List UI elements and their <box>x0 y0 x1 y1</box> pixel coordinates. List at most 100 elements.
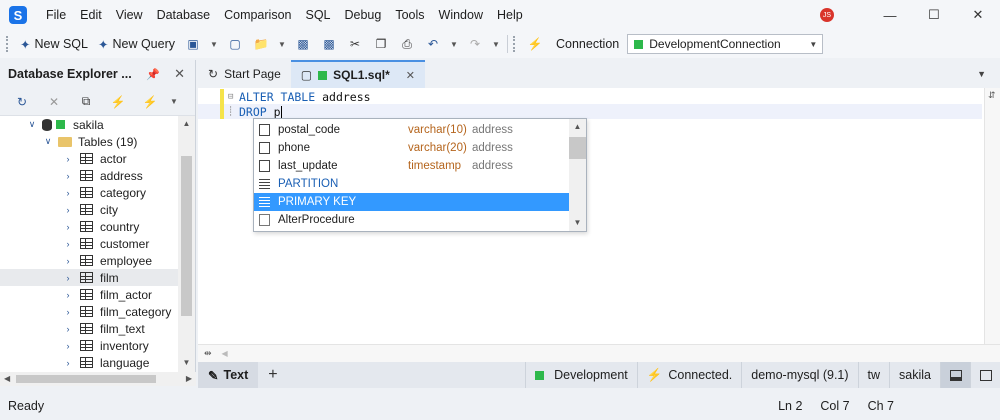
disconnect-icon[interactable]: ⚡ <box>134 91 166 113</box>
explorer-dropdown-icon[interactable]: ▼ <box>166 91 182 113</box>
scroll-thumb[interactable] <box>569 137 586 159</box>
tree-table-row[interactable]: › employee <box>0 252 195 269</box>
tree-table-row[interactable]: › actor <box>0 150 195 167</box>
undo-dropdown-icon[interactable]: ▼ <box>446 33 462 55</box>
tree-tables-folder[interactable]: ∨ Tables (19) <box>0 133 195 150</box>
toolbar-grip-2[interactable] <box>513 36 516 52</box>
autocomplete-item[interactable]: AlterProcedure <box>254 211 570 229</box>
redo-dropdown-icon[interactable]: ▼ <box>488 33 504 55</box>
menu-debug[interactable]: Debug <box>338 0 389 30</box>
code-line-2[interactable]: ┊ DROP p <box>198 104 982 119</box>
collapse-all-icon[interactable]: ⧉ <box>70 91 102 113</box>
tab-start-page[interactable]: ↻ Start Page <box>198 60 291 88</box>
chevron-right-icon[interactable]: › <box>62 154 74 164</box>
tree-table-row-selected[interactable]: › film <box>0 269 195 286</box>
server-info[interactable]: demo-mysql (9.1) <box>741 362 857 388</box>
refresh-icon[interactable]: ↻ <box>6 91 38 113</box>
fold-icon[interactable]: ⊟ <box>228 92 237 102</box>
chevron-right-icon[interactable]: › <box>62 324 74 334</box>
chevron-right-icon[interactable]: › <box>62 222 74 232</box>
tab-sql1[interactable]: ▢ SQL1.sql* ✕ <box>290 60 426 88</box>
scroll-thumb[interactable] <box>181 156 192 316</box>
paste-icon[interactable]: ⎙ <box>394 33 420 55</box>
scroll-down-icon[interactable]: ▼ <box>569 218 586 227</box>
close-panel-icon[interactable]: ✕ <box>174 66 185 82</box>
tree-table-row[interactable]: › address <box>0 167 195 184</box>
chevron-right-icon[interactable]: › <box>62 239 74 249</box>
chevron-down-icon[interactable]: ∨ <box>26 119 38 130</box>
menu-window[interactable]: Window <box>432 0 490 30</box>
add-tab-button[interactable]: + <box>258 366 287 384</box>
chevron-right-icon[interactable]: › <box>62 358 74 368</box>
split-horizontal-icon[interactable]: ⇹ <box>204 348 212 359</box>
connection-select[interactable]: DevelopmentConnection ▼ <box>627 34 824 54</box>
new-file-dropdown-icon[interactable]: ▼ <box>206 33 222 55</box>
connection-status[interactable]: ⚡ Connected. <box>636 362 742 388</box>
tree-table-row[interactable]: › customer <box>0 235 195 252</box>
user-info[interactable]: tw <box>857 362 890 388</box>
user-avatar[interactable]: JS <box>820 8 834 22</box>
layout-results-icon[interactable] <box>940 362 970 388</box>
database-info[interactable]: sakila <box>889 362 940 388</box>
tree-table-row[interactable]: › category <box>0 184 195 201</box>
menu-file[interactable]: File <box>39 0 73 30</box>
close-window-icon[interactable]: ✕ <box>956 0 1000 30</box>
autocomplete-scrollbar[interactable]: ▲ ▼ <box>569 119 586 231</box>
editor-horizontal-scrollbar[interactable]: ⇹ ◀ <box>198 344 1000 362</box>
menu-tools[interactable]: Tools <box>388 0 431 30</box>
chevron-right-icon[interactable]: › <box>62 205 74 215</box>
new-sql-button[interactable]: ✦ New SQL <box>15 33 93 55</box>
open-dropdown-icon[interactable]: ▼ <box>274 33 290 55</box>
code-line-1[interactable]: ⊟ ALTER TABLE address <box>198 89 982 104</box>
app-logo-icon[interactable]: S <box>9 6 27 24</box>
new-file-icon[interactable]: ▣ <box>180 33 206 55</box>
undo-icon[interactable]: ↶ <box>420 33 446 55</box>
new-connection-icon[interactable]: ⚡ <box>102 91 134 113</box>
tree-table-row[interactable]: › inventory <box>0 337 195 354</box>
scroll-up-icon[interactable]: ▲ <box>178 119 195 128</box>
new-query-button[interactable]: ✦ New Query <box>93 33 180 55</box>
tree-vertical-scrollbar[interactable]: ▲ ▼ <box>178 116 195 372</box>
menu-sql[interactable]: SQL <box>298 0 337 30</box>
autocomplete-item[interactable]: PARTITION <box>254 175 570 193</box>
new-item-icon[interactable]: ▢ <box>222 33 248 55</box>
tree-table-row[interactable]: › country <box>0 218 195 235</box>
redo-icon[interactable]: ↷ <box>462 33 488 55</box>
tree-db-sakila[interactable]: ∨ sakila <box>0 116 195 133</box>
tree-table-row[interactable]: › film_actor <box>0 286 195 303</box>
toolbar-grip[interactable] <box>6 36 9 52</box>
chevron-down-icon[interactable]: ∨ <box>42 136 54 147</box>
autocomplete-item[interactable]: last_update timestamp address <box>254 157 570 175</box>
chevron-right-icon[interactable]: › <box>62 341 74 351</box>
split-icon[interactable]: ⇵ <box>988 90 996 101</box>
scroll-up-icon[interactable]: ▲ <box>569 122 586 131</box>
scroll-left-icon[interactable]: ◀ <box>222 349 228 358</box>
open-folder-icon[interactable]: 📁 <box>248 33 274 55</box>
environment-indicator[interactable]: Development <box>525 362 637 388</box>
tabs-overflow-icon[interactable]: ▼ <box>977 69 986 79</box>
delete-icon[interactable]: ✕ <box>38 91 70 113</box>
save-icon[interactable]: ▩ <box>290 33 316 55</box>
scroll-right-icon[interactable]: ▶ <box>186 374 192 383</box>
scroll-down-icon[interactable]: ▼ <box>178 358 195 367</box>
tree-table-row[interactable]: › film_category <box>0 303 195 320</box>
maximize-icon[interactable]: ☐ <box>912 0 956 30</box>
chevron-right-icon[interactable]: › <box>62 273 74 283</box>
chevron-right-icon[interactable]: › <box>62 307 74 317</box>
scroll-left-icon[interactable]: ◀ <box>4 374 10 383</box>
chevron-right-icon[interactable]: › <box>62 290 74 300</box>
scroll-thumb[interactable] <box>16 375 156 383</box>
menu-view[interactable]: View <box>109 0 150 30</box>
plug-connect-icon[interactable]: ⚡ <box>522 33 548 55</box>
autocomplete-item[interactable]: postal_code varchar(10) address <box>254 121 570 139</box>
tree-table-row[interactable]: › film_text <box>0 320 195 337</box>
editor-vertical-scrollbar[interactable]: ⇵ <box>984 88 1000 344</box>
chevron-right-icon[interactable]: › <box>62 171 74 181</box>
autocomplete-item-selected[interactable]: PRIMARY KEY <box>254 193 570 211</box>
menu-comparison[interactable]: Comparison <box>217 0 298 30</box>
layout-editor-only-icon[interactable] <box>970 362 1000 388</box>
pin-icon[interactable]: 📌 <box>146 68 160 81</box>
cut-icon[interactable]: ✂ <box>342 33 368 55</box>
save-all-icon[interactable]: ▩ <box>316 33 342 55</box>
menu-edit[interactable]: Edit <box>73 0 109 30</box>
